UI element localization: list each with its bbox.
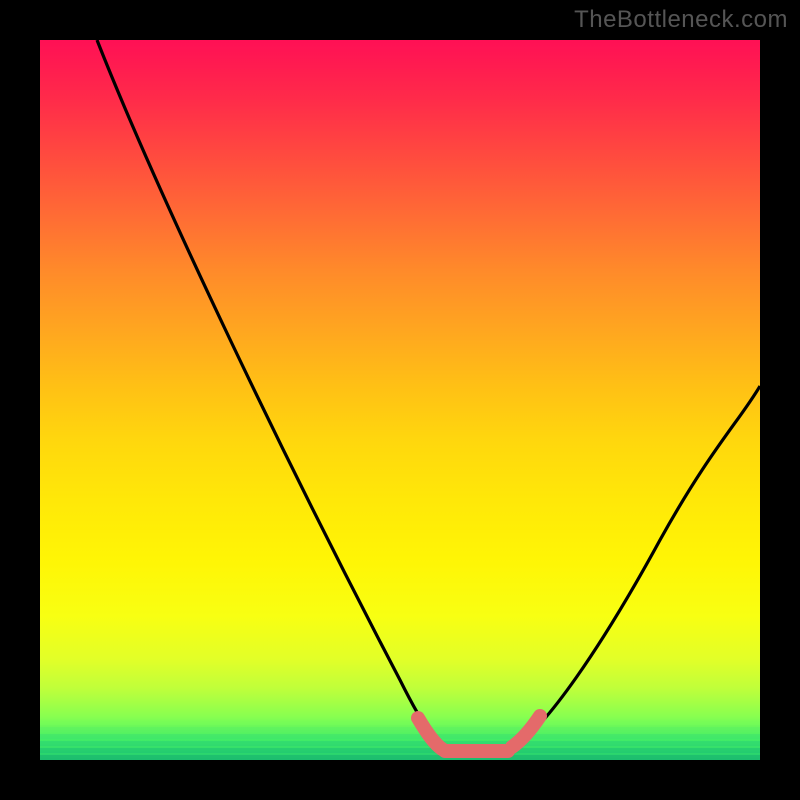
chart-plot-area (40, 40, 760, 760)
bottleneck-curve (97, 40, 760, 754)
highlight-segment-left (418, 718, 442, 749)
highlight-segment-right (512, 716, 540, 747)
chart-svg (40, 40, 760, 760)
watermark-text: TheBottleneck.com (574, 6, 788, 34)
